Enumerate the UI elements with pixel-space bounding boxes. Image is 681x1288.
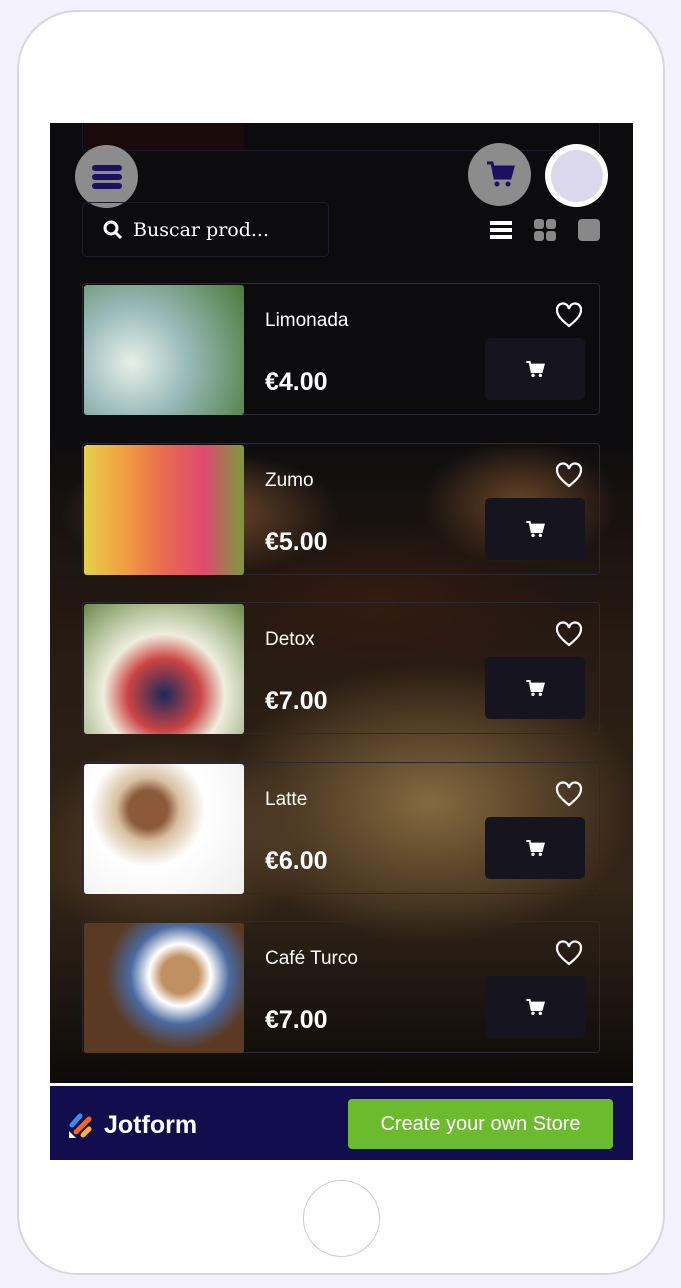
add-to-cart-button[interactable] <box>485 976 585 1038</box>
jotform-logo-icon <box>69 1113 92 1138</box>
heart-icon[interactable] <box>555 781 583 807</box>
product-image[interactable] <box>84 285 244 415</box>
product-image[interactable] <box>84 445 244 575</box>
single-view-icon[interactable] <box>578 219 600 241</box>
search-placeholder: Buscar prod... <box>133 218 270 241</box>
store-screen: Buscar prod... Limonada €4.00 Zumo €5.00… <box>50 123 633 1160</box>
product-image[interactable] <box>84 923 244 1053</box>
create-store-button[interactable]: Create your own Store <box>348 1099 613 1149</box>
product-name: Café Turco <box>265 948 358 969</box>
cart-icon <box>526 999 545 1015</box>
heart-icon[interactable] <box>555 621 583 647</box>
product-card[interactable]: Café Turco €7.00 <box>82 921 600 1053</box>
cart-icon <box>526 680 545 696</box>
cart-icon <box>526 521 545 537</box>
product-card[interactable]: Zumo €5.00 <box>82 443 600 575</box>
menu-icon <box>91 164 122 189</box>
product-name: Limonada <box>265 310 349 331</box>
cart-icon <box>486 161 515 186</box>
product-price: €7.00 <box>265 687 328 715</box>
footer-banner: Jotform Create your own Store <box>50 1083 633 1160</box>
add-to-cart-button[interactable] <box>485 338 585 400</box>
list-view-icon[interactable] <box>490 220 512 240</box>
add-to-cart-button[interactable] <box>485 657 585 719</box>
product-image[interactable] <box>84 764 244 894</box>
product-price: €4.00 <box>265 368 328 396</box>
cart-button[interactable] <box>468 143 531 206</box>
avatar-icon <box>550 149 603 202</box>
cart-icon <box>526 840 545 856</box>
product-name: Latte <box>265 789 308 810</box>
brand-name: Jotform <box>104 1111 198 1139</box>
add-to-cart-button[interactable] <box>485 498 585 560</box>
product-image[interactable] <box>84 604 244 734</box>
product-name: Zumo <box>265 470 314 491</box>
search-input[interactable]: Buscar prod... <box>82 202 329 257</box>
avatar[interactable] <box>545 144 608 207</box>
product-card-partial <box>82 123 600 151</box>
grid-view-icon[interactable] <box>534 219 556 241</box>
search-icon <box>103 220 123 239</box>
heart-icon[interactable] <box>555 462 583 488</box>
product-card[interactable]: Detox €7.00 <box>82 602 600 734</box>
menu-button[interactable] <box>75 145 138 208</box>
jotform-logo[interactable]: Jotform <box>68 1111 197 1140</box>
home-button[interactable] <box>303 1180 380 1257</box>
cart-icon <box>526 361 545 377</box>
product-price: €7.00 <box>265 1006 328 1034</box>
product-card[interactable]: Limonada €4.00 <box>82 283 600 415</box>
heart-icon[interactable] <box>555 940 583 966</box>
add-to-cart-button[interactable] <box>485 817 585 879</box>
product-price: €5.00 <box>265 528 328 556</box>
product-price: €6.00 <box>265 847 328 875</box>
heart-icon[interactable] <box>555 302 583 328</box>
product-name: Detox <box>265 629 315 650</box>
product-card[interactable]: Latte €6.00 <box>82 762 600 894</box>
